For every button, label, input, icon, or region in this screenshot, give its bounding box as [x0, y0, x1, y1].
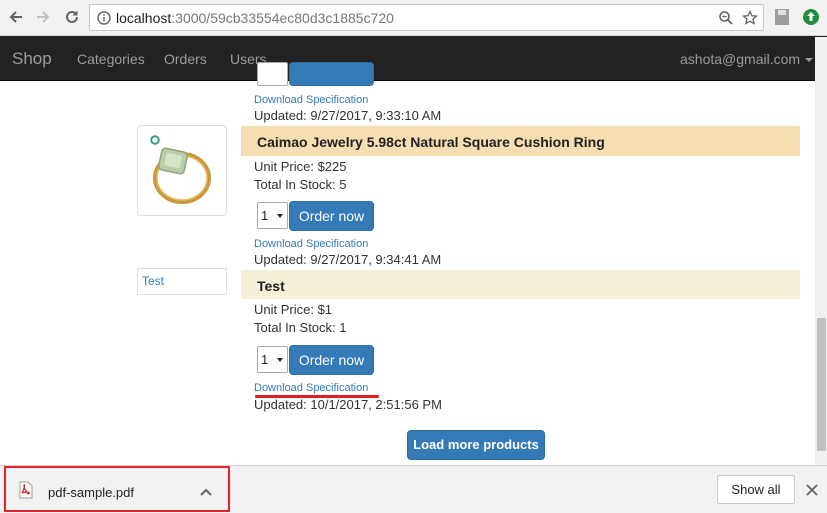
app-navbar: Shop Categories Orders Users ashota@gmai… — [0, 36, 827, 81]
user-menu[interactable]: ashota@gmail.com — [680, 51, 814, 67]
user-email: ashota@gmail.com — [680, 51, 801, 67]
nav-orders[interactable]: Orders — [164, 51, 207, 67]
quantity-value: 1 — [261, 352, 269, 367]
browser-toolbar: localhost:3000/59cb33554ec80d3c1885c720 — [0, 0, 827, 36]
stock-count: Total In Stock: 1 — [254, 320, 347, 335]
update-arrow-icon[interactable] — [801, 7, 821, 27]
quantity-select[interactable]: 1 — [257, 346, 288, 373]
download-shelf: pdf-sample.pdf Show all — [0, 465, 827, 513]
download-spec-link[interactable]: Download Specification — [254, 238, 368, 250]
show-all-button[interactable]: Show all — [717, 475, 795, 504]
arrow-right-icon — [37, 11, 50, 23]
download-spec-link[interactable]: Download Specification — [254, 94, 368, 106]
download-item[interactable]: pdf-sample.pdf — [4, 466, 230, 512]
prev-qty-select[interactable] — [257, 62, 288, 86]
download-spec-link[interactable]: Download Specification — [254, 382, 368, 394]
zoom-icon[interactable] — [717, 9, 735, 27]
extension-save-icon[interactable] — [772, 7, 792, 27]
dropdown-arrow-icon — [277, 358, 283, 362]
reload-button[interactable] — [61, 6, 83, 28]
forward-button[interactable] — [32, 6, 54, 28]
caret-down-icon — [805, 58, 814, 63]
close-icon[interactable] — [806, 483, 818, 501]
bookmark-star-icon[interactable] — [741, 9, 759, 27]
address-bar[interactable]: localhost:3000/59cb33554ec80d3c1885c720 — [89, 4, 764, 31]
product-title: Caimao Jewelry 5.98ct Natural Square Cus… — [241, 126, 800, 156]
download-file-name: pdf-sample.pdf — [48, 485, 134, 500]
ring-image-icon — [150, 135, 211, 204]
order-now-button[interactable]: Order now — [289, 201, 374, 231]
thumbnail-alt-text: Test — [142, 274, 165, 288]
prev-order-button[interactable] — [289, 62, 374, 86]
pdf-file-icon — [18, 481, 34, 504]
updated-text: Updated: 10/1/2017, 2:51:56 PM — [254, 397, 442, 412]
url-text: localhost:3000/59cb33554ec80d3c1885c720 — [116, 10, 394, 26]
unit-price: Unit Price: $1 — [254, 302, 333, 317]
order-now-button[interactable]: Order now — [289, 345, 374, 375]
chevron-up-icon[interactable] — [200, 485, 212, 503]
product-title: Test — [241, 270, 800, 299]
brand-link[interactable]: Shop — [12, 49, 52, 69]
nav-categories[interactable]: Categories — [77, 51, 145, 67]
arrow-left-icon — [9, 11, 22, 23]
updated-text: Updated: 9/27/2017, 9:33:10 AM — [254, 108, 442, 123]
updated-text: Updated: 9/27/2017, 9:34:41 AM — [254, 252, 442, 267]
quantity-select[interactable]: 1 — [257, 202, 288, 229]
reload-icon — [66, 10, 78, 23]
product-thumbnail[interactable]: Test — [137, 268, 227, 295]
unit-price: Unit Price: $225 — [254, 159, 347, 174]
quantity-value: 1 — [261, 208, 269, 223]
dropdown-arrow-icon — [277, 214, 283, 218]
load-more-button[interactable]: Load more products — [407, 430, 545, 460]
stock-count: Total In Stock: 5 — [254, 177, 347, 192]
back-button[interactable] — [5, 6, 27, 28]
scrollbar-thumb[interactable] — [817, 318, 826, 451]
info-icon[interactable] — [95, 9, 113, 27]
highlight-underline — [255, 395, 379, 398]
product-thumbnail[interactable] — [137, 125, 227, 216]
